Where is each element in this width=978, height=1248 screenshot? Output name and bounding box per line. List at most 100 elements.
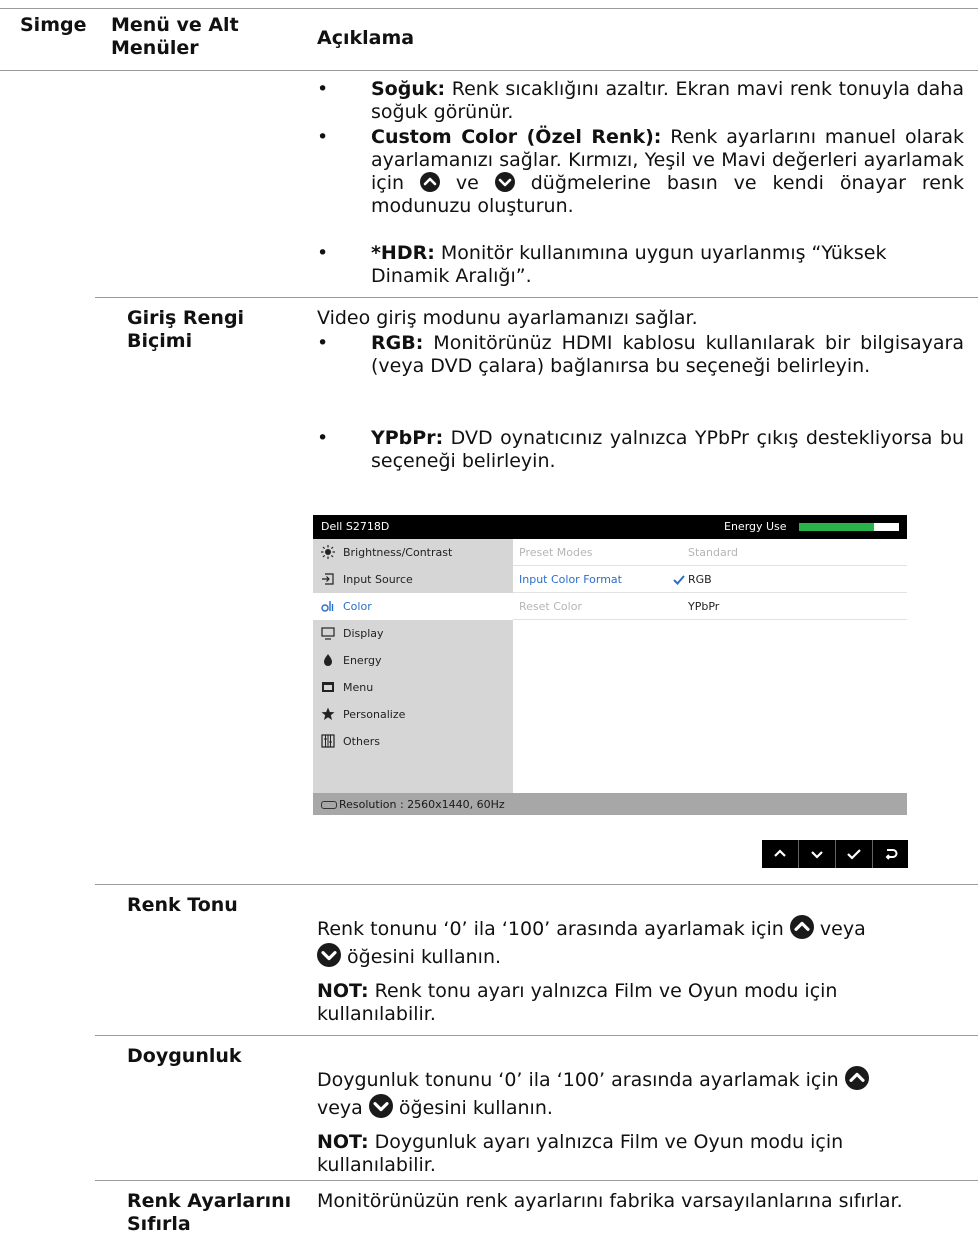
display-icon — [321, 627, 335, 640]
menu-item-label: Personalize — [343, 708, 406, 721]
check-icon — [847, 849, 861, 860]
back-icon — [885, 849, 898, 860]
resolution-text: Resolution : 2560x1440, 60Hz — [339, 798, 505, 811]
osd-nav-buttons — [762, 840, 908, 868]
osd-title-bar: Dell S2718D Energy Use — [313, 515, 907, 539]
up-button-icon — [419, 172, 440, 192]
menu-item-energy[interactable]: Energy — [313, 647, 513, 674]
input-color-intro: Video giriş modunu ayarlamanızı sağlar. — [317, 307, 698, 329]
submenu-key: Reset Color — [519, 600, 582, 613]
up-button-icon — [844, 1066, 869, 1090]
cool-label: Soğuk: — [371, 78, 446, 100]
hdr-item: *HDR: Monitör kullanımına uygun uyarlanm… — [371, 242, 964, 288]
hue-text-a: Renk tonunu ‘0’ ila ‘100’ arasında ayarl… — [317, 918, 784, 940]
color-icon — [321, 601, 334, 612]
row-rule — [95, 297, 978, 298]
row-rule — [95, 1035, 978, 1036]
menu-item-personalize[interactable]: Personalize — [313, 701, 513, 728]
ypbpr-label: YPbPr: — [371, 427, 444, 449]
menu-item-label: Brightness/Contrast — [343, 546, 453, 559]
header-menu: Menü ve Alt Menüler — [111, 14, 239, 59]
nav-up-button[interactable] — [762, 840, 799, 868]
cool-item: Soğuk: Renk sıcaklığını azaltır. Ekran m… — [371, 78, 964, 124]
saturation-note-text: Doygunluk ayarı yalnızca Film ve Oyun mo… — [317, 1131, 844, 1176]
saturation-label: Doygunluk — [127, 1045, 242, 1067]
rgb-text: Monitörünüz HDMI kablosu kullanılarak bi… — [371, 332, 964, 377]
energy-use-label: Energy Use — [724, 520, 787, 533]
nav-back-button[interactable] — [873, 840, 909, 868]
down-button-icon — [368, 1094, 393, 1118]
brightness-icon — [321, 545, 335, 559]
energy-bar — [799, 523, 899, 531]
submenu-row-reset-color[interactable]: Reset Color YPbPr — [513, 593, 907, 620]
menu-item-label: Input Source — [343, 573, 413, 586]
header-desc: Açıklama — [317, 27, 415, 49]
rgb-label: RGB: — [371, 332, 424, 354]
hue-text-b: veya — [819, 918, 866, 940]
menu-item-label: Display — [343, 627, 384, 640]
osd-menu-list: Brightness/Contrast Input Source Color D… — [313, 539, 513, 793]
hue-desc: Renk tonunu ‘0’ ila ‘100’ arasında ayarl… — [317, 915, 917, 971]
nav-down-button[interactable] — [799, 840, 836, 868]
hue-note-text: Renk tonu ayarı yalnızca Film ve Oyun mo… — [317, 980, 838, 1025]
menu-item-label: Others — [343, 735, 380, 748]
submenu-value: Standard — [688, 546, 739, 559]
energy-icon — [324, 654, 332, 666]
hue-text-c: öğesini kullanın. — [347, 946, 502, 968]
menu-item-menu[interactable]: Menu — [313, 674, 513, 701]
ypbpr-text: DVD oynatıcınız yalnızca YPbPr çıkış des… — [371, 427, 964, 472]
submenu-key: Preset Modes — [519, 546, 593, 559]
osd-status-bar: Resolution : 2560x1440, 60Hz — [313, 793, 907, 815]
reset-color-label: Renk Ayarlarını Sıfırla — [127, 1190, 292, 1235]
menu-item-display[interactable]: Display — [313, 620, 513, 647]
down-button-icon — [494, 172, 515, 192]
menu-item-input-source[interactable]: Input Source — [313, 566, 513, 593]
osd-menu: Dell S2718D Energy Use Brightness/Contra… — [313, 515, 907, 815]
saturation-text-b: veya — [317, 1097, 363, 1119]
hdr-text: Monitör kullanımına uygun uyarlanmış “Yü… — [371, 242, 887, 287]
custom-text-b: ve — [455, 172, 479, 194]
chevron-up-icon — [774, 849, 786, 857]
custom-color-item: Custom Color (Özel Renk): Renk ayarların… — [371, 126, 964, 218]
header-icon: Simge — [20, 14, 87, 36]
submenu-row-preset-modes[interactable]: Preset Modes Standard — [513, 539, 907, 566]
bullet: • — [317, 427, 329, 449]
saturation-text-a: Doygunluk tonunu ‘0’ ila ‘100’ arasında … — [317, 1069, 839, 1091]
menu-item-color[interactable]: Color — [313, 593, 513, 620]
saturation-note-label: NOT: — [317, 1131, 369, 1153]
osd-title: Dell S2718D — [321, 520, 390, 533]
saturation-text-c: öğesini kullanın. — [398, 1097, 553, 1119]
up-button-icon — [789, 915, 814, 939]
hue-label: Renk Tonu — [127, 894, 238, 916]
submenu-row-input-color-format[interactable]: Input Color Format RGB — [513, 566, 907, 593]
nav-ok-button[interactable] — [836, 840, 873, 868]
top-rule — [0, 8, 978, 9]
checkmark-icon — [673, 575, 685, 585]
submenu-value: RGB — [688, 573, 712, 586]
menu-item-brightness[interactable]: Brightness/Contrast — [313, 539, 513, 566]
custom-label: Custom Color (Özel Renk): — [371, 126, 662, 148]
osd-submenu: Preset Modes Standard Input Color Format… — [513, 539, 907, 793]
row-rule — [95, 1180, 978, 1181]
menu-item-others[interactable]: Others — [313, 728, 513, 755]
energy-bar-fill — [799, 523, 874, 531]
saturation-desc: Doygunluk tonunu ‘0’ ila ‘100’ arasında … — [317, 1066, 957, 1122]
header-rule — [0, 70, 978, 71]
hue-note: NOT: Renk tonu ayarı yalnızca Film ve Oy… — [317, 980, 917, 1026]
menu-item-label: Energy — [343, 654, 382, 667]
bullet: • — [317, 332, 329, 354]
bullet: • — [317, 78, 329, 100]
submenu-key: Input Color Format — [519, 573, 622, 586]
row-rule — [95, 884, 978, 885]
cool-text: Renk sıcaklığını azaltır. Ekran mavi ren… — [371, 78, 964, 123]
hue-note-label: NOT: — [317, 980, 369, 1002]
bullet: • — [317, 242, 329, 264]
star-icon — [321, 707, 335, 720]
input-color-label: Giriş Rengi Biçimi — [127, 307, 245, 352]
saturation-note: NOT: Doygunluk ayarı yalnızca Film ve Oy… — [317, 1131, 917, 1177]
hdr-label: *HDR: — [371, 242, 435, 264]
others-icon — [321, 734, 335, 748]
submenu-value: YPbPr — [688, 600, 720, 613]
chevron-down-icon — [811, 851, 823, 859]
down-button-icon — [317, 943, 341, 967]
